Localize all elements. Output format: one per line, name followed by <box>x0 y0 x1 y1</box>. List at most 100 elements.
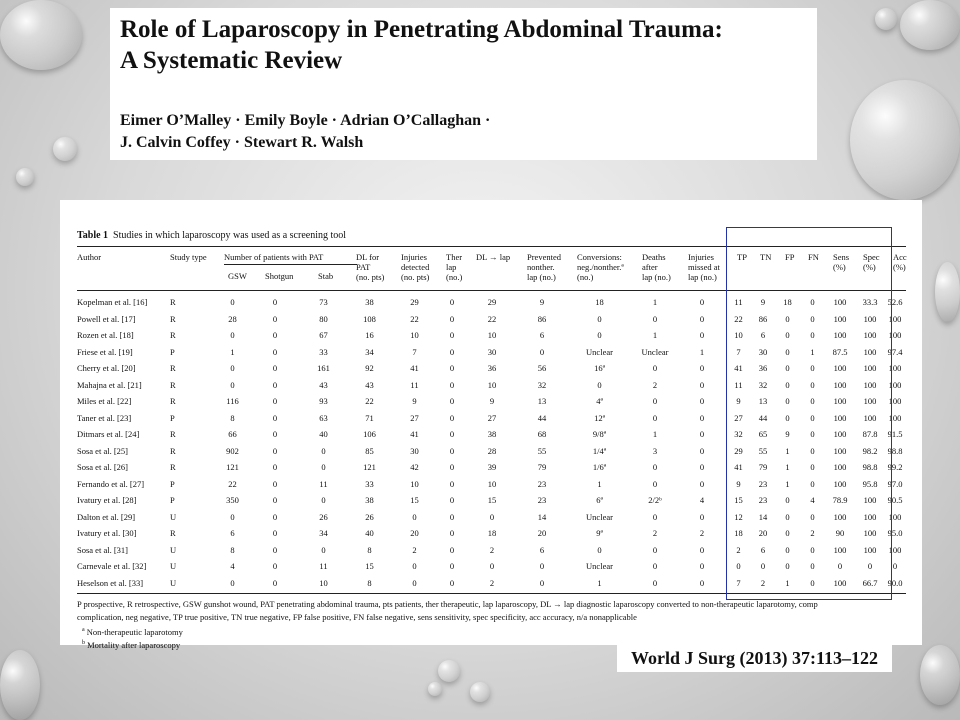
table-cell: R <box>170 429 176 440</box>
header-text: lap <box>446 262 457 272</box>
table-cell: 0 <box>449 346 455 357</box>
table-cell: 0 <box>272 346 278 357</box>
table-cell: 15 <box>487 495 497 506</box>
header-text: (no. pts) <box>356 272 385 282</box>
table-cell: U <box>170 511 177 522</box>
table-cell: 38 <box>365 297 374 308</box>
table-cell: 1 <box>652 330 658 341</box>
table-cell: 40 <box>365 528 374 539</box>
patients-subheader-rule <box>224 264 357 265</box>
table-cell: 20 <box>410 528 419 539</box>
cell-author: Friese et al. [19] <box>77 346 133 357</box>
table-cell: 1 <box>230 346 235 357</box>
bubble-decoration <box>428 682 442 696</box>
paper-title: Role of Laparoscopy in Penetrating Abdom… <box>120 14 723 76</box>
table-cell: 0 <box>272 396 278 407</box>
citation: World J Surg (2013) 37:113–122 <box>617 644 892 672</box>
table-cell: 13 <box>537 396 547 407</box>
table-cell: 38 <box>487 429 497 440</box>
table-cell: 0 <box>489 511 495 522</box>
header-ther-lap: Ther lap (no.) <box>446 252 462 282</box>
table-cell: 10 <box>319 577 328 588</box>
table-cell: 11 <box>410 379 419 390</box>
header-conversions: Conversions: neg./nonther.ª (no.) <box>577 252 624 282</box>
table-cell: 1 <box>652 297 658 308</box>
table-cell: P <box>170 346 175 357</box>
cell-author: Mahajna et al. [21] <box>77 379 142 390</box>
table-cell: 56 <box>537 363 547 374</box>
table-cell: 10 <box>487 379 497 390</box>
table-cell: 0 <box>449 297 455 308</box>
table-cell: 0 <box>652 412 658 423</box>
table-cell: 0 <box>699 577 705 588</box>
header-text: PAT <box>356 262 371 272</box>
header-text: lap (no.) <box>527 272 556 282</box>
table-cell: 0 <box>597 379 602 390</box>
table-cell: 42 <box>410 462 419 473</box>
header-text: (no. pts) <box>401 272 430 282</box>
table-cell: 3 <box>652 445 658 456</box>
table-cell: 0 <box>699 313 705 324</box>
table-cell: 0 <box>272 363 278 374</box>
header-text: Deaths <box>642 252 666 262</box>
cell-author: Rozen et al. [18] <box>77 330 134 341</box>
table-cell: 0 <box>539 561 545 572</box>
table-cell: 36 <box>487 363 497 374</box>
table-cell: R <box>170 528 176 539</box>
table-cell: 0 <box>597 313 602 324</box>
table-cell: 63 <box>319 412 328 423</box>
table-cell: 0 <box>272 511 278 522</box>
table-cell: 92 <box>365 363 374 374</box>
table-cell: 14 <box>537 511 547 522</box>
table-cell: 1 <box>597 478 602 489</box>
cell-author: Kopelman et al. [16] <box>77 297 148 308</box>
cell-author: Fernando et al. [27] <box>77 478 145 489</box>
table-cell: 16ª <box>594 363 605 374</box>
table-cell: 0 <box>272 495 278 506</box>
table-cell: 27 <box>487 412 497 423</box>
header-missed: Injuries missed at lap (no.) <box>688 252 720 282</box>
cell-author: Sosa et al. [26] <box>77 462 128 473</box>
table-cell: 0 <box>699 429 705 440</box>
table-cell: 116 <box>226 396 239 407</box>
table-cell: 0 <box>272 528 278 539</box>
header-prevented: Prevented nonther. lap (no.) <box>527 252 561 282</box>
bubble-decoration <box>16 168 34 186</box>
bubble-decoration <box>470 682 490 702</box>
table-cell: 0 <box>230 363 235 374</box>
footnote-b-text: Mortality after laparoscopy <box>87 639 181 650</box>
table-cell: 8 <box>230 544 235 555</box>
table-cell: 6ª <box>596 495 603 506</box>
table-cell: 0 <box>597 330 602 341</box>
header-text: lap (no.) <box>642 272 671 282</box>
table-cell: 0 <box>449 379 455 390</box>
table-cell: 30 <box>487 346 497 357</box>
highlight-box <box>726 227 892 600</box>
table-cell: 0 <box>272 544 278 555</box>
table-cell: 0 <box>449 577 455 588</box>
table-cell: 86 <box>537 313 547 324</box>
table-caption-text: Studies in which laparoscopy was used as… <box>113 230 347 241</box>
cell-author: Sosa et al. [25] <box>77 445 128 456</box>
table-cell: 39 <box>487 462 497 473</box>
cell-author: Dalton et al. [29] <box>77 511 136 522</box>
table-cell: 10 <box>410 478 419 489</box>
table-cell: 28 <box>487 445 497 456</box>
table-cell: 0 <box>272 313 278 324</box>
cell-author: Taner et al. [23] <box>77 412 132 423</box>
table-cell: Unclear <box>586 346 613 357</box>
header-text: nonther. <box>527 262 555 272</box>
table-cell: 22 <box>487 313 497 324</box>
table-cell: 22 <box>410 313 419 324</box>
footnote-a-mark: a <box>82 627 85 633</box>
authors: Eimer O’Malley · Emily Boyle · Adrian O’… <box>120 110 490 154</box>
table-cell: 8 <box>230 412 235 423</box>
table-cell: 22 <box>228 478 237 489</box>
table-cell: 8 <box>367 577 372 588</box>
cell-author: Ditmars et al. [24] <box>77 429 140 440</box>
table-cell: 0 <box>449 313 455 324</box>
table-cell: 0 <box>449 478 455 489</box>
table-cell: 1/6ª <box>592 462 607 473</box>
table-cell: 0 <box>699 412 705 423</box>
table-cell: R <box>170 363 176 374</box>
